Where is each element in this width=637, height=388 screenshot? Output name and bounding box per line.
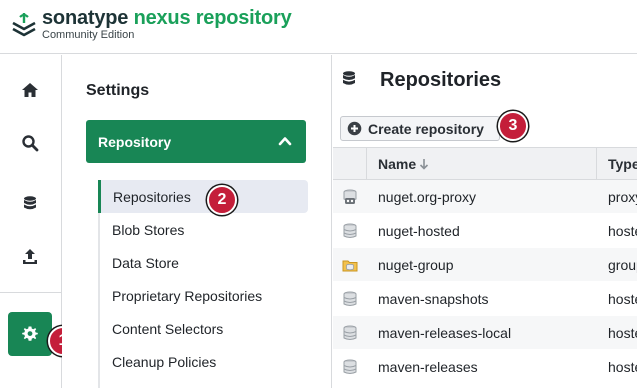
callout-badge-3: 3 [498, 111, 528, 141]
settings-item-blob-stores[interactable]: Blob Stores [98, 213, 308, 246]
search-icon [22, 135, 39, 152]
table-row[interactable]: maven-releases-local hosted [333, 316, 637, 350]
rail-divider [0, 292, 61, 293]
table-header: Name Type [333, 147, 637, 180]
settings-nav-list: Repositories Blob Stores Data Store Prop… [98, 180, 308, 378]
repo-type: hosted [608, 325, 637, 341]
repositories-table: Name Type nuget.org-proxy proxy nuget-ho… [333, 147, 637, 384]
nav-settings-button[interactable] [8, 312, 52, 356]
nav-browse-button[interactable] [8, 182, 52, 226]
app-header: sonatype nexus repository Community Edit… [0, 0, 637, 54]
database-icon [24, 196, 36, 210]
table-row[interactable]: maven-snapshots hosted [333, 282, 637, 316]
name-column-label: Name [378, 156, 417, 172]
sort-down-icon [420, 159, 429, 170]
settings-item-cleanup-policies[interactable]: Cleanup Policies [98, 345, 308, 378]
column-divider [596, 148, 597, 179]
plus-circle-icon [347, 121, 362, 136]
repo-type: group [608, 257, 637, 273]
icon-column-header [333, 148, 367, 179]
settings-panel: Settings Repository Repositories Blob St… [62, 55, 332, 388]
repo-name: nuget-group [378, 257, 454, 273]
edition-label: Community Edition [42, 29, 135, 41]
settings-item-content-selectors[interactable]: Content Selectors [98, 312, 308, 345]
settings-item-data-store[interactable]: Data Store [98, 246, 308, 279]
database-icon [343, 71, 355, 85]
callout-badge-2: 2 [207, 185, 237, 215]
repositories-main: Repositories Create repository Name Type… [333, 55, 637, 388]
settings-item-proprietary-repositories[interactable]: Proprietary Repositories [98, 279, 308, 312]
type-column-header[interactable]: Type [608, 156, 637, 172]
repo-name: maven-releases-local [378, 325, 512, 341]
brand-name[interactable]: sonatype nexus repository [42, 7, 292, 30]
repo-name: nuget.org-proxy [378, 189, 477, 205]
repo-type: proxy [608, 189, 637, 205]
gear-icon [22, 326, 38, 341]
nav-search-button[interactable] [8, 121, 52, 165]
repository-group-label: Repository [98, 133, 172, 150]
hosted-repo-icon [343, 325, 357, 340]
hosted-repo-icon [343, 291, 357, 306]
sonatype-logo-icon [12, 13, 36, 37]
create-repository-button[interactable]: Create repository [340, 116, 500, 141]
repository-group-toggle[interactable]: Repository [86, 120, 306, 163]
repo-type: hosted [608, 223, 637, 239]
repo-name: nuget-hosted [378, 223, 460, 239]
brand-product: nexus repository [133, 7, 292, 29]
create-repository-label: Create repository [368, 120, 484, 137]
table-row[interactable]: maven-releases hosted [333, 350, 637, 384]
brand-sonatype: sonatype [42, 7, 129, 29]
page-title: Repositories [380, 69, 502, 91]
table-row[interactable]: nuget-hosted hosted [333, 214, 637, 248]
group-repo-icon [342, 260, 358, 272]
repo-name: maven-releases [378, 359, 478, 375]
hosted-repo-icon [343, 223, 357, 238]
chevron-up-icon [278, 137, 292, 146]
nav-home-button[interactable] [8, 68, 52, 112]
nav-upload-button[interactable] [8, 235, 52, 279]
settings-item-repositories[interactable]: Repositories [98, 180, 308, 213]
upload-icon [23, 249, 37, 264]
proxy-repo-icon [343, 189, 357, 204]
table-row[interactable]: nuget.org-proxy proxy [333, 180, 637, 214]
repo-type: hosted [608, 291, 637, 307]
hosted-repo-icon [343, 359, 357, 374]
settings-title: Settings [86, 82, 150, 99]
repo-type: hosted [608, 359, 637, 375]
repo-name: maven-snapshots [378, 291, 489, 307]
table-row[interactable]: nuget-group group [333, 248, 637, 282]
home-icon [22, 83, 38, 97]
name-column-header[interactable]: Name [378, 156, 429, 172]
